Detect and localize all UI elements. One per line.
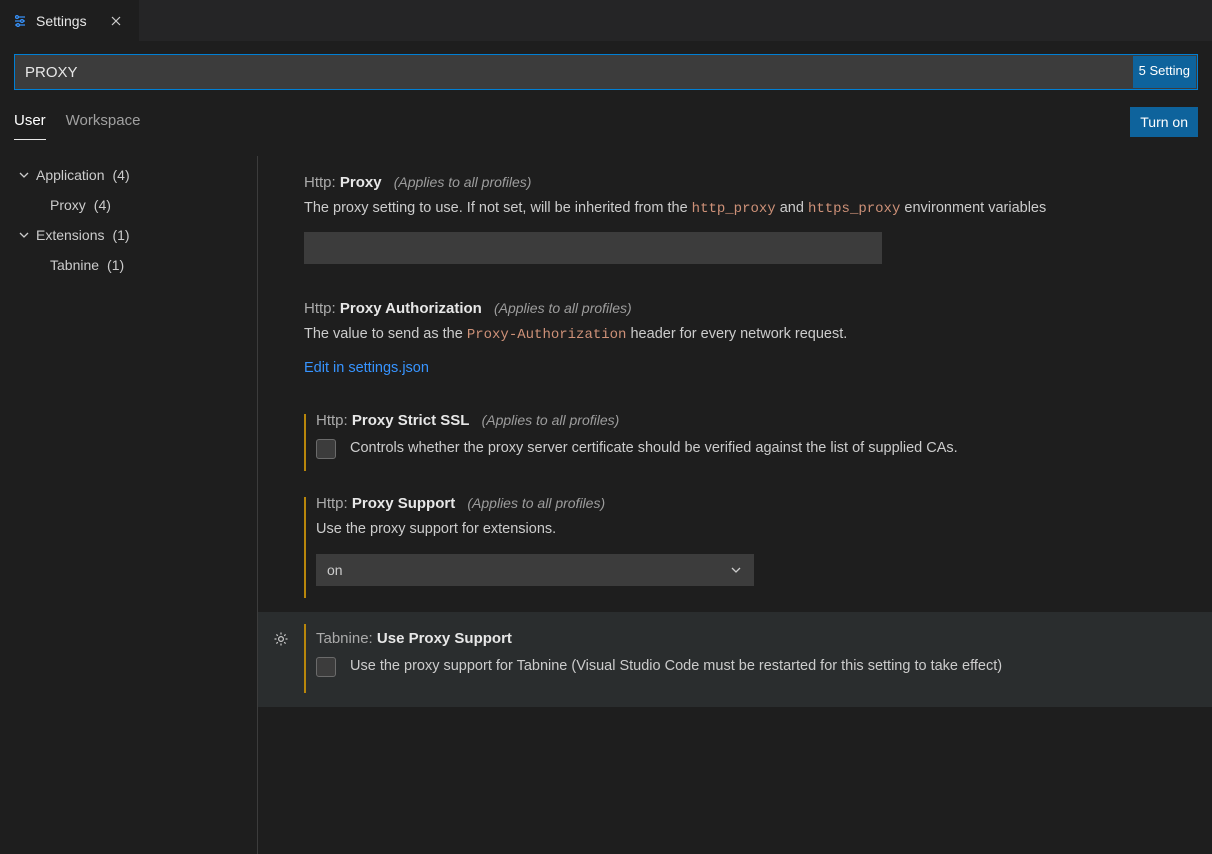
toc-count: (4) — [94, 197, 111, 213]
toc-count: (1) — [112, 227, 129, 243]
toc-label: Application — [36, 167, 105, 183]
settings-toc: Application (4) Proxy (4) Extensions (1)… — [0, 156, 258, 854]
toc-item-extensions[interactable]: Extensions (1) — [16, 220, 257, 250]
tab-settings[interactable]: Settings — [0, 0, 140, 41]
toc-item-tabnine[interactable]: Tabnine (1) — [16, 250, 257, 280]
setting-description: The proxy setting to use. If not set, wi… — [304, 197, 1212, 220]
setting-http-proxy-authorization: Http: Proxy Authorization (Applies to al… — [304, 290, 1212, 402]
toc-count: (4) — [113, 167, 130, 183]
settings-content: Application (4) Proxy (4) Extensions (1)… — [0, 140, 1212, 854]
scope-tab-workspace[interactable]: Workspace — [66, 104, 141, 140]
settings-list: Http: Proxy (Applies to all profiles) Th… — [258, 156, 1212, 854]
toc-label: Tabnine — [50, 257, 99, 273]
setting-http-proxy-support: Http: Proxy Support (Applies to all prof… — [304, 485, 1212, 612]
setting-select[interactable]: on — [316, 554, 754, 586]
edit-in-settings-json-link[interactable]: Edit in settings.json — [304, 360, 429, 376]
chevron-down-icon — [16, 169, 32, 181]
toc-item-proxy[interactable]: Proxy (4) — [16, 190, 257, 220]
toc-count: (1) — [107, 257, 124, 273]
search-result-count: 5 Setting — [1133, 56, 1196, 88]
setting-description: The value to send as the Proxy-Authoriza… — [304, 323, 1212, 346]
scope-tab-user[interactable]: User — [14, 104, 46, 140]
editor-tab-bar: Settings — [0, 0, 1212, 42]
chevron-down-icon — [16, 229, 32, 241]
setting-title: Http: Proxy Strict SSL (Applies to all p… — [316, 412, 1212, 429]
setting-http-proxy: Http: Proxy (Applies to all profiles) Th… — [304, 164, 1212, 290]
gear-icon[interactable] — [272, 630, 290, 648]
settings-sync-button[interactable]: Turn on — [1130, 107, 1198, 137]
settings-search-input[interactable] — [14, 54, 1198, 90]
select-value: on — [327, 562, 343, 578]
setting-title: Http: Proxy Support (Applies to all prof… — [316, 495, 1212, 512]
setting-checkbox[interactable] — [316, 657, 336, 677]
settings-scope-row: User Workspace Turn on — [0, 98, 1212, 140]
close-icon[interactable] — [105, 12, 127, 30]
setting-checkbox-label: Controls whether the proxy server certif… — [350, 437, 958, 459]
setting-http-proxy-strict-ssl: Http: Proxy Strict SSL (Applies to all p… — [304, 402, 1212, 485]
setting-text-input[interactable] — [304, 232, 882, 264]
settings-search-container: 5 Setting — [0, 42, 1212, 98]
toc-item-application[interactable]: Application (4) — [16, 160, 257, 190]
setting-tabnine-use-proxy-support: Tabnine: Use Proxy Support Use the proxy… — [258, 612, 1212, 707]
setting-title: Http: Proxy (Applies to all profiles) — [304, 174, 1212, 191]
setting-checkbox[interactable] — [316, 439, 336, 459]
tab-label: Settings — [36, 13, 87, 29]
chevron-down-icon — [729, 563, 743, 577]
setting-title: Http: Proxy Authorization (Applies to al… — [304, 300, 1212, 317]
setting-checkbox-label: Use the proxy support for Tabnine (Visua… — [350, 655, 1002, 677]
setting-title: Tabnine: Use Proxy Support — [316, 630, 1212, 647]
setting-description: Use the proxy support for extensions. — [316, 518, 1212, 540]
toc-label: Extensions — [36, 227, 104, 243]
settings-list-icon — [12, 13, 28, 29]
toc-label: Proxy — [50, 197, 86, 213]
